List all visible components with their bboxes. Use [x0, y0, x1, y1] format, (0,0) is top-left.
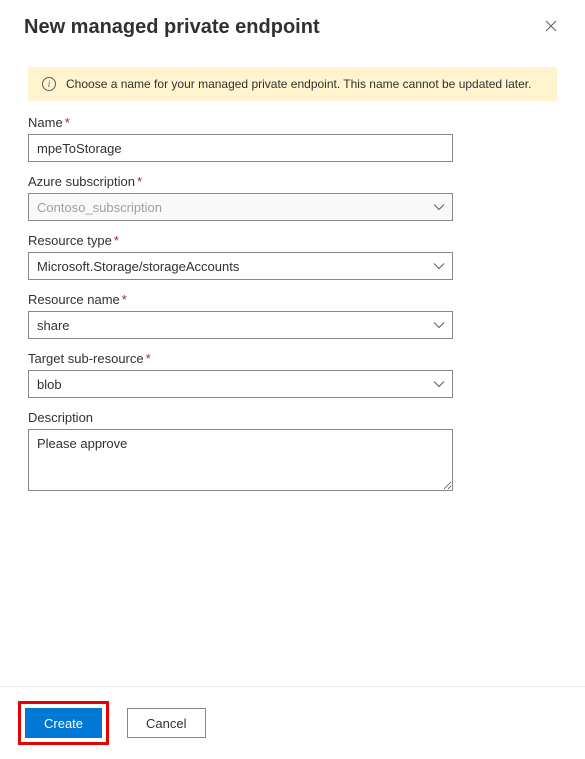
name-label: Name*	[28, 115, 557, 130]
create-button[interactable]: Create	[25, 708, 102, 738]
info-banner-text: Choose a name for your managed private e…	[66, 77, 531, 91]
panel-title: New managed private endpoint	[24, 16, 320, 39]
resource-type-label: Resource type*	[28, 233, 557, 248]
description-textarea[interactable]	[28, 429, 453, 491]
name-input[interactable]	[28, 134, 453, 162]
target-sub-resource-label: Target sub-resource*	[28, 351, 557, 366]
description-label: Description	[28, 410, 557, 425]
resource-name-select[interactable]	[28, 311, 453, 339]
cancel-button[interactable]: Cancel	[127, 708, 205, 738]
resource-type-select[interactable]	[28, 252, 453, 280]
close-icon	[545, 20, 557, 32]
info-banner: i Choose a name for your managed private…	[28, 67, 557, 101]
subscription-select[interactable]	[28, 193, 453, 221]
create-button-highlight: Create	[18, 701, 109, 745]
resource-name-label: Resource name*	[28, 292, 557, 307]
target-sub-resource-select[interactable]	[28, 370, 453, 398]
info-icon: i	[42, 77, 56, 91]
close-button[interactable]	[541, 16, 561, 38]
subscription-label: Azure subscription*	[28, 174, 557, 189]
